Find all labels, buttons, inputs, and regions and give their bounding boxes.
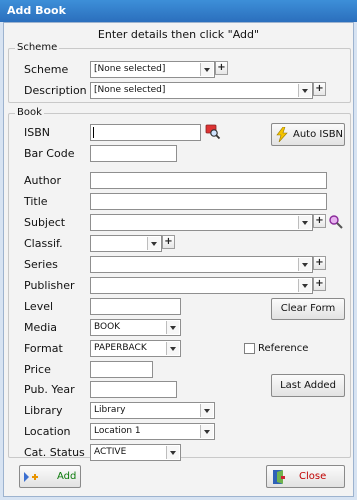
auto-isbn-label: Auto ISBN — [293, 129, 344, 140]
subject-select[interactable] — [90, 214, 313, 231]
media-select[interactable]: BOOK — [90, 319, 181, 336]
publisher-label: Publisher — [24, 279, 75, 292]
media-select-value: BOOK — [94, 322, 121, 332]
add-arrow-icon — [24, 472, 38, 482]
close-button[interactable]: Close — [266, 465, 345, 488]
library-label: Library — [24, 404, 63, 417]
cat-status-dropdown-button[interactable] — [166, 446, 179, 459]
series-dropdown-button[interactable] — [298, 258, 311, 271]
level-label: Level — [24, 300, 54, 313]
level-input[interactable] — [90, 298, 181, 315]
library-select-value: Library — [94, 405, 126, 415]
scheme-dropdown-button[interactable] — [200, 63, 213, 76]
scheme-group-legend: Scheme — [15, 42, 60, 54]
cat-status-select-value: ACTIVE — [94, 447, 127, 457]
title-label: Title — [24, 195, 48, 208]
last-added-button[interactable]: Last Added — [271, 374, 345, 397]
series-label: Series — [24, 258, 58, 271]
add-scheme-button[interactable]: + — [215, 61, 228, 75]
add-classif-button[interactable]: + — [162, 235, 175, 249]
search-isbn-icon[interactable] — [205, 124, 221, 140]
subject-label: Subject — [24, 216, 66, 229]
location-select-value: Location 1 — [94, 426, 141, 436]
description-dropdown-button[interactable] — [298, 84, 311, 97]
author-label: Author — [24, 174, 62, 187]
isbn-input[interactable] — [90, 124, 201, 141]
price-label: Price — [24, 363, 51, 376]
magnifier-icon[interactable] — [328, 214, 344, 230]
scheme-select-value: [None selected] — [94, 64, 166, 74]
add-subject-button[interactable]: + — [313, 214, 326, 228]
reference-checkbox[interactable] — [244, 343, 255, 354]
cat-status-select[interactable]: ACTIVE — [90, 444, 181, 461]
close-button-label: Close — [299, 471, 327, 482]
description-select[interactable]: [None selected] — [90, 82, 313, 99]
publisher-select[interactable] — [90, 277, 313, 294]
instruction-text: Enter details then click "Add" — [97, 28, 260, 41]
format-dropdown-button[interactable] — [166, 342, 179, 355]
price-input[interactable] — [90, 361, 153, 378]
clear-form-button[interactable]: Clear Form — [271, 298, 345, 320]
classif-label: Classif. — [24, 237, 63, 250]
location-dropdown-button[interactable] — [200, 425, 213, 438]
format-label: Format — [24, 342, 63, 355]
add-publisher-button[interactable]: + — [313, 277, 326, 291]
cat-status-label: Cat. Status — [24, 446, 85, 459]
add-button-label: Add — [57, 471, 77, 482]
clear-form-label: Clear Form — [280, 303, 336, 314]
scheme-label: Scheme — [24, 63, 69, 76]
isbn-label: ISBN — [24, 126, 51, 139]
subject-dropdown-button[interactable] — [298, 216, 311, 229]
close-door-icon — [273, 470, 285, 484]
text-cursor — [93, 127, 94, 138]
pub-year-input[interactable] — [90, 381, 177, 398]
media-dropdown-button[interactable] — [166, 321, 179, 334]
author-input[interactable] — [90, 172, 327, 189]
add-description-button[interactable]: + — [313, 82, 326, 96]
format-select[interactable]: PAPERBACK — [90, 340, 181, 357]
auto-isbn-button[interactable]: Auto ISBN — [271, 123, 345, 146]
series-select[interactable] — [90, 256, 313, 273]
library-dropdown-button[interactable] — [200, 404, 213, 417]
location-select[interactable]: Location 1 — [90, 423, 215, 440]
classif-dropdown-button[interactable] — [147, 237, 160, 250]
barcode-input[interactable] — [90, 145, 177, 162]
location-label: Location — [24, 425, 71, 438]
title-input[interactable] — [90, 193, 327, 210]
add-series-button[interactable]: + — [313, 256, 326, 270]
media-label: Media — [24, 321, 58, 334]
last-added-label: Last Added — [280, 380, 336, 391]
barcode-label: Bar Code — [24, 147, 75, 160]
description-label: Description — [24, 84, 87, 97]
book-group-legend: Book — [15, 107, 44, 119]
reference-label: Reference — [258, 343, 309, 354]
add-book-panel: Enter details then click "Add" Scheme Sc… — [3, 22, 354, 497]
format-select-value: PAPERBACK — [94, 343, 147, 353]
scheme-select[interactable]: [None selected] — [90, 61, 215, 78]
lightning-icon — [276, 127, 288, 142]
window-title: Add Book — [0, 0, 357, 22]
pub-year-label: Pub. Year — [24, 383, 75, 396]
library-select[interactable]: Library — [90, 402, 215, 419]
classif-select[interactable] — [90, 235, 162, 252]
add-button[interactable]: Add — [19, 465, 81, 488]
description-select-value: [None selected] — [94, 85, 166, 95]
publisher-dropdown-button[interactable] — [298, 279, 311, 292]
